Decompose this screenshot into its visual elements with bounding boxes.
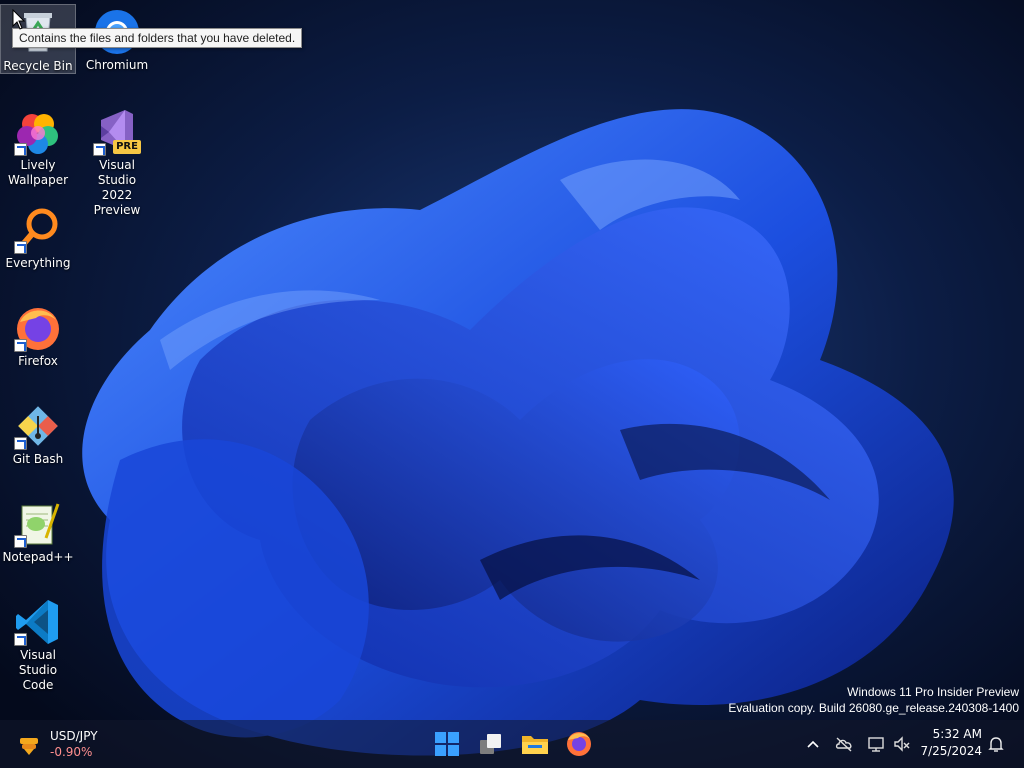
shortcut-arrow-icon (14, 339, 27, 352)
desktop-icon-vscode[interactable]: Visual Studio Code (0, 594, 76, 693)
evaluation-watermark: Windows 11 Pro Insider Preview Evaluatio… (728, 684, 1019, 716)
taskbar: USD/JPY -0.90% 5:32 AM 7/25/2024 (0, 720, 1024, 768)
everything-search-icon (12, 204, 64, 256)
shortcut-arrow-icon (14, 633, 27, 646)
bell-icon[interactable] (986, 734, 1006, 754)
desktop-icon-label: Everything (5, 256, 71, 270)
vscode-icon (12, 596, 64, 648)
lively-wallpaper-icon (12, 106, 64, 158)
widget-change: -0.90% (50, 745, 93, 759)
firefox-icon (567, 732, 591, 756)
system-clock[interactable]: 5:32 AM 7/25/2024 (920, 726, 982, 760)
shortcut-arrow-icon (14, 535, 27, 548)
git-bash-icon (12, 400, 64, 452)
desktop-icon-git-bash[interactable]: Git Bash (0, 398, 76, 467)
network-icon[interactable] (866, 734, 886, 754)
desktop-icon-lively-wallpaper[interactable]: Lively Wallpaper (0, 104, 76, 188)
desktop-icon-everything[interactable]: Everything (0, 202, 76, 271)
file-explorer-icon (522, 736, 548, 754)
mouse-cursor-icon (12, 9, 26, 30)
firefox-icon (12, 302, 64, 354)
onedrive-offline-icon[interactable] (834, 734, 854, 754)
task-view-button[interactable] (475, 728, 507, 760)
desktop-icon-notepad-plus-plus[interactable]: Notepad++ (0, 496, 76, 565)
desktop-icon-label: Git Bash (12, 452, 64, 466)
shortcut-arrow-icon (14, 437, 27, 450)
shortcut-arrow-icon (93, 143, 106, 156)
desktop-icon-label: Lively Wallpaper (7, 158, 69, 187)
currency-exchange-icon (20, 738, 38, 755)
desktop-icon-label: Firefox (18, 354, 58, 368)
notepad-plus-plus-icon (12, 498, 64, 550)
task-view-icon (480, 734, 501, 754)
clock-time: 5:32 AM (932, 727, 982, 741)
volume-muted-icon[interactable] (892, 734, 912, 754)
desktop-icon-visual-studio-preview[interactable]: PRE Visual Studio 2022 Preview (79, 104, 155, 218)
start-button[interactable] (431, 728, 463, 760)
recycle-bin-tooltip: Contains the files and folders that you … (12, 28, 303, 48)
stock-widget[interactable]: USD/JPY -0.90% (12, 726, 132, 762)
desktop-icon-label: Recycle Bin (3, 59, 73, 73)
file-explorer-button[interactable] (519, 728, 551, 760)
desktop-icon-label: Chromium (85, 58, 149, 72)
desktop-icon-label: Notepad++ (2, 550, 74, 564)
shortcut-arrow-icon (14, 241, 27, 254)
widget-title: USD/JPY (50, 729, 98, 743)
preview-badge: PRE (113, 140, 141, 154)
visual-studio-preview-icon: PRE (91, 106, 143, 158)
clock-date: 7/25/2024 (920, 744, 982, 758)
start-icon (435, 732, 459, 756)
watermark-line-1: Windows 11 Pro Insider Preview (847, 685, 1019, 699)
firefox-taskbar-button[interactable] (563, 728, 595, 760)
shortcut-arrow-icon (14, 143, 27, 156)
watermark-line-2: Evaluation copy. Build 26080.ge_release.… (728, 701, 1019, 715)
chevron-up-icon[interactable] (803, 734, 823, 754)
desktop-icon-label: Visual Studio Code (18, 648, 58, 692)
desktop-icon-firefox[interactable]: Firefox (0, 300, 76, 369)
desktop-icon-label: Visual Studio 2022 Preview (93, 158, 141, 217)
